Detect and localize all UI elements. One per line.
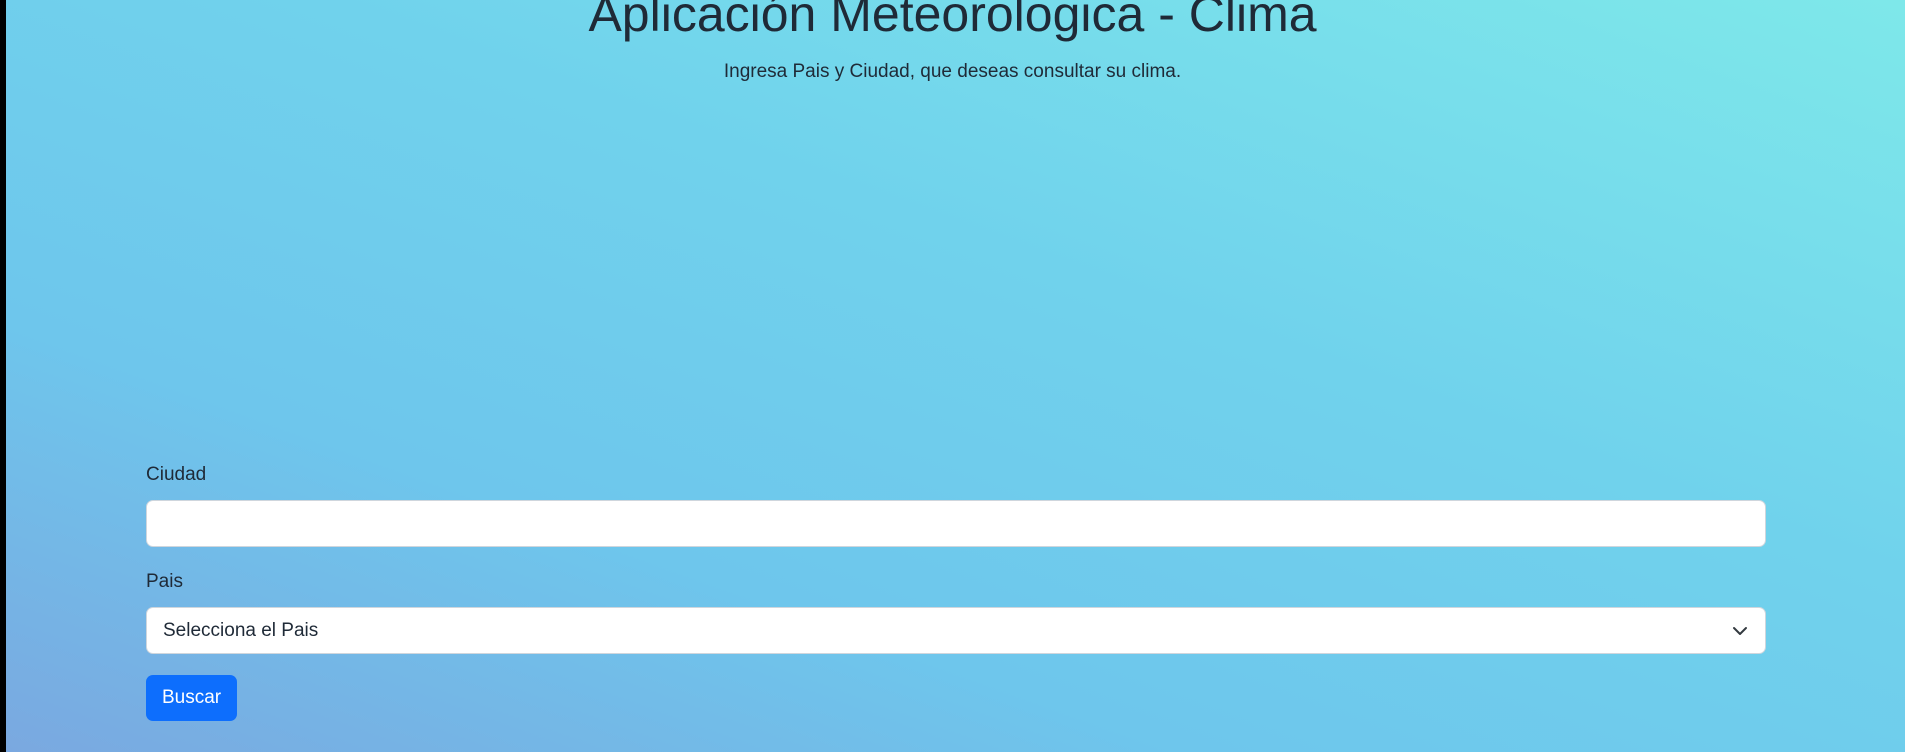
- window-left-edge: [0, 0, 6, 752]
- chevron-down-icon: [1731, 622, 1749, 640]
- page-title: Aplicación Meteorologica - Clima: [588, 0, 1317, 42]
- country-select-value: Selecciona el Pais: [163, 619, 319, 641]
- city-input[interactable]: [146, 500, 1766, 547]
- page-subtitle: Ingresa Pais y Ciudad, que deseas consul…: [723, 61, 1182, 82]
- country-label: Pais: [146, 571, 183, 592]
- city-label: Ciudad: [146, 464, 207, 485]
- search-button[interactable]: Buscar: [146, 675, 238, 721]
- country-select[interactable]: Selecciona el Pais: [146, 607, 1766, 654]
